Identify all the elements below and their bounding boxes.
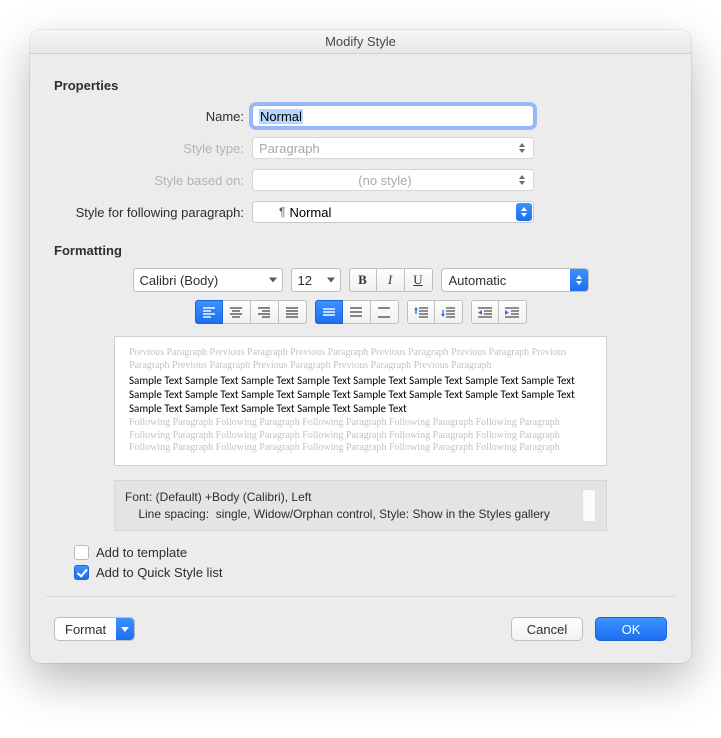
following-select[interactable]: ¶ Normal	[252, 201, 534, 223]
preview-pane: Previous Paragraph Previous Paragraph Pr…	[114, 336, 607, 466]
pilcrow-icon: ¶	[279, 205, 285, 219]
chevron-down-icon	[116, 618, 134, 640]
following-label: Style for following paragraph:	[54, 205, 252, 220]
align-right-button[interactable]	[251, 300, 279, 324]
formatting-heading: Formatting	[54, 243, 667, 258]
align-justify-button[interactable]	[279, 300, 307, 324]
font-size-select[interactable]: 12	[291, 268, 341, 292]
based-on-label: Style based on:	[54, 173, 252, 188]
description-line1: Font: (Default) +Body (Calibri), Left	[125, 489, 574, 506]
name-input[interactable]: Normal	[252, 105, 534, 127]
format-menu-button[interactable]: Format	[54, 617, 135, 641]
style-type-select: Paragraph	[252, 137, 534, 159]
name-label: Name:	[54, 109, 252, 124]
line-spacing-group	[315, 300, 399, 324]
italic-button[interactable]: I	[377, 268, 405, 292]
increase-indent-button[interactable]	[499, 300, 527, 324]
add-to-quick-style-checkbox[interactable]	[74, 565, 89, 580]
preview-prev-paragraph: Previous Paragraph Previous Paragraph Pr…	[129, 347, 592, 372]
font-color-select[interactable]: Automatic	[441, 268, 589, 292]
chevron-down-icon	[327, 278, 335, 283]
font-style-group: B I U	[349, 268, 433, 292]
underline-button[interactable]: U	[405, 268, 433, 292]
align-left-button[interactable]	[195, 300, 223, 324]
para-spacing-group	[407, 300, 463, 324]
add-to-template-checkbox[interactable]	[74, 545, 89, 560]
spacing-single-button[interactable]	[315, 300, 343, 324]
description-box: Font: (Default) +Body (Calibri), Left Li…	[114, 480, 607, 532]
properties-heading: Properties	[54, 78, 667, 93]
based-on-select: (no style)	[252, 169, 534, 191]
add-to-quick-style-label: Add to Quick Style list	[96, 565, 222, 580]
spacing-medium-button[interactable]	[343, 300, 371, 324]
add-to-template-label: Add to template	[96, 545, 187, 560]
separator	[46, 596, 675, 597]
preview-next-paragraph: Following Paragraph Following Paragraph …	[129, 417, 592, 455]
modify-style-dialog: Modify Style Properties Name: Normal Sty…	[30, 30, 691, 663]
indent-group	[471, 300, 527, 324]
align-center-button[interactable]	[223, 300, 251, 324]
chevrons-icon	[515, 170, 529, 190]
cancel-button[interactable]: Cancel	[511, 617, 583, 641]
chevron-down-icon	[269, 278, 277, 283]
chevrons-icon	[515, 138, 529, 158]
spacing-double-button[interactable]	[371, 300, 399, 324]
window-title: Modify Style	[30, 30, 691, 54]
scrollbar[interactable]	[582, 489, 596, 523]
space-before-button[interactable]	[407, 300, 435, 324]
description-line2: Line spacing: single, Widow/Orphan contr…	[125, 506, 574, 523]
decrease-indent-button[interactable]	[471, 300, 499, 324]
chevrons-icon	[516, 203, 532, 221]
chevrons-icon	[570, 269, 588, 291]
preview-sample-text: Sample Text Sample Text Sample Text Samp…	[129, 374, 592, 415]
font-family-select[interactable]: Calibri (Body)	[133, 268, 283, 292]
ok-button[interactable]: OK	[595, 617, 667, 641]
space-after-button[interactable]	[435, 300, 463, 324]
alignment-group	[195, 300, 307, 324]
style-type-label: Style type:	[54, 141, 252, 156]
bold-button[interactable]: B	[349, 268, 377, 292]
